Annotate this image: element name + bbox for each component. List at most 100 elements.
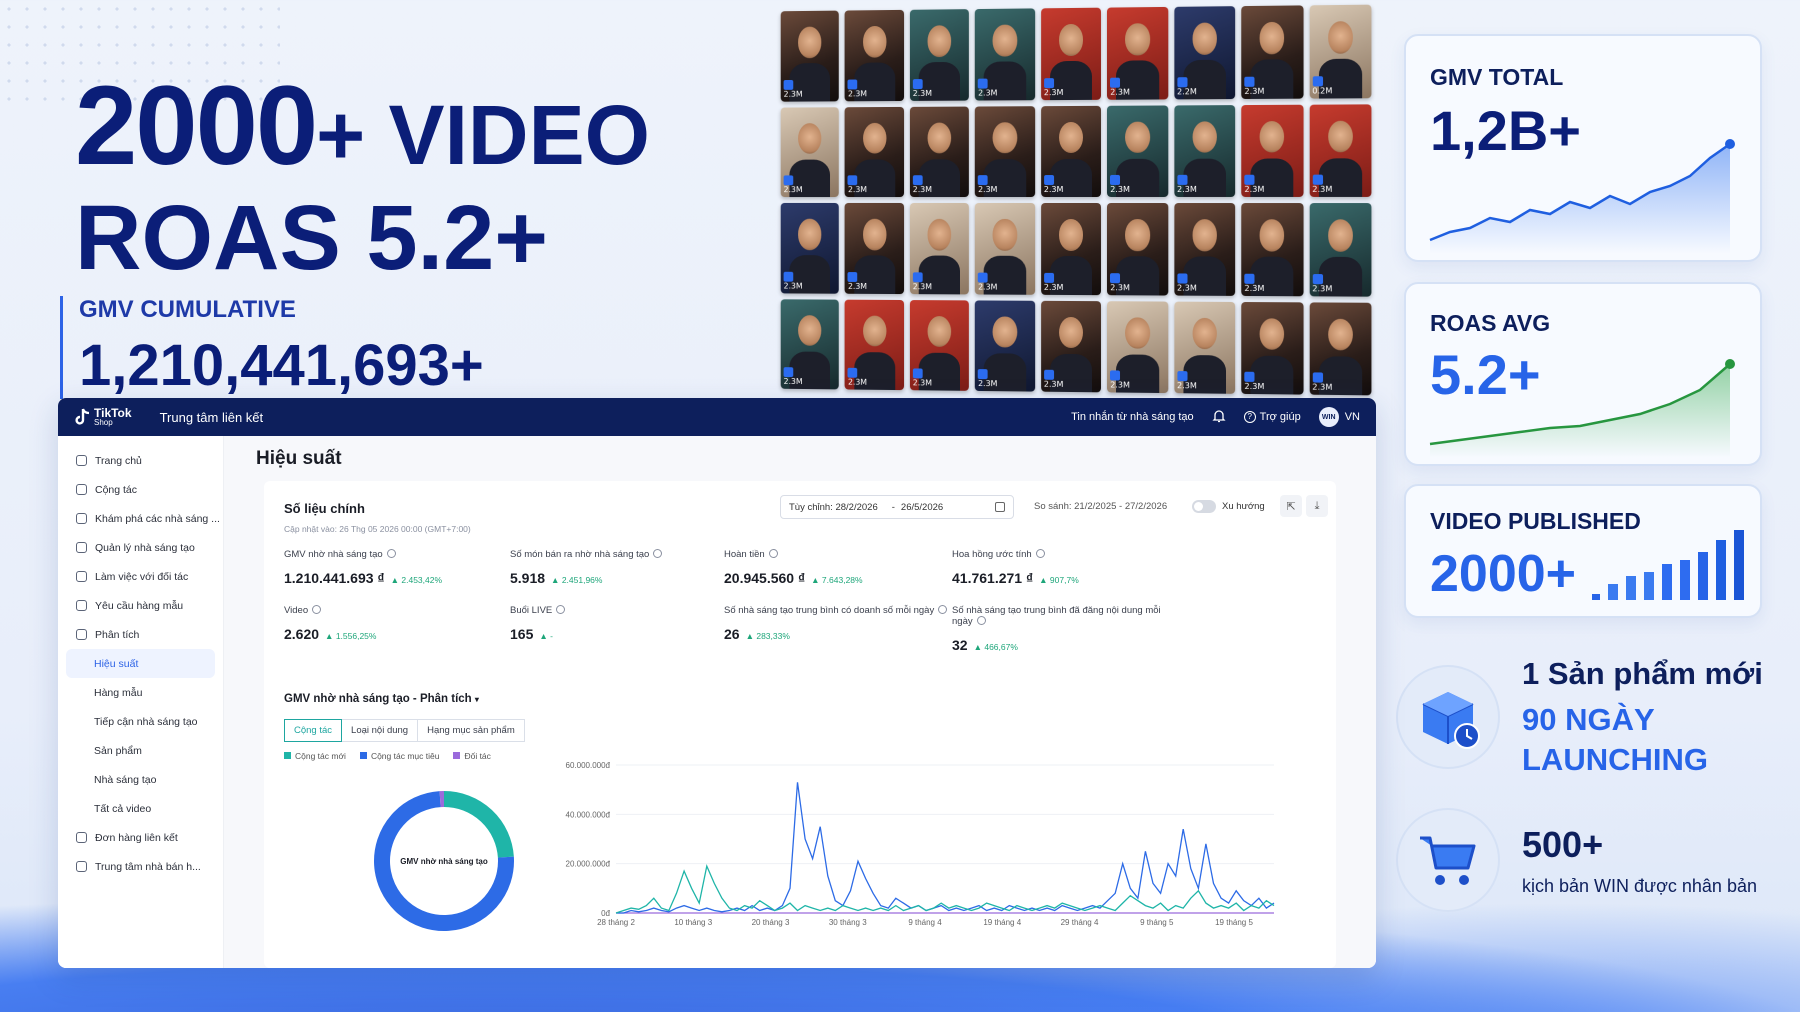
info-icon[interactable] [768, 549, 778, 558]
video-thumbnail[interactable]: 2.3M [1040, 300, 1102, 393]
analysis-tab[interactable]: Hạng mục sản phẩm [417, 719, 525, 742]
info-icon[interactable] [976, 616, 986, 625]
creator-face [1058, 219, 1084, 251]
creator-face [1125, 23, 1150, 56]
sidebar-item[interactable]: Quản lý nhà sáng tạo [58, 533, 223, 562]
video-thumbnail[interactable]: 2.3M [975, 202, 1035, 295]
creator-face [993, 122, 1017, 154]
video-thumbnail[interactable]: 2.3M [845, 202, 904, 294]
share-icon[interactable]: ⇱ [1280, 495, 1302, 517]
gmv-cumulative-block: GMV CUMULATIVE 1,210,441,693+ [60, 296, 484, 399]
creator-messages-link[interactable]: Tin nhắn từ nhà sáng tạo [1071, 411, 1194, 423]
video-thumbnail[interactable]: 2.3M [909, 9, 970, 101]
metric-label: Số món bán ra nhờ nhà sáng tạo [510, 549, 740, 560]
info-icon[interactable] [312, 605, 322, 614]
video-thumbnail[interactable]: 2.3M [1309, 203, 1372, 297]
metric-change: ▲ 1.556,25% [325, 631, 377, 641]
sidebar-item[interactable]: Yêu cầu hàng mẫu [58, 591, 223, 620]
video-thumbnail[interactable]: 2.3M [1174, 104, 1236, 197]
creator-face [1259, 22, 1285, 54]
sidebar-item[interactable]: Hiệu suất [66, 649, 215, 678]
help-link[interactable]: ? Trợ giúp [1243, 411, 1301, 423]
sidebar-item[interactable]: Trung tâm nhà bán h... [58, 852, 223, 881]
headline-video-line: 2000+ VIDEO [75, 70, 650, 182]
video-thumbnail[interactable]: 2.3M [1241, 203, 1304, 296]
creator-face [1125, 317, 1150, 349]
video-thumbnail[interactable]: 2.3M [909, 202, 970, 294]
series-line[interactable] [615, 863, 1275, 914]
video-thumbnail[interactable]: 2.2M [1174, 6, 1236, 99]
video-thumbnail[interactable]: 2.3M [845, 9, 904, 101]
sidebar-item[interactable]: Cộng tác [58, 475, 223, 504]
info-icon[interactable] [1035, 549, 1045, 558]
video-thumbnail[interactable]: 2.3M [1040, 202, 1102, 295]
video-thumbnail[interactable]: 2.3M [780, 10, 840, 102]
video-thumbnail[interactable]: 0.2M [1309, 4, 1372, 99]
video-thumbnail[interactable]: 2.3M [975, 105, 1035, 198]
series-line[interactable] [616, 782, 1275, 914]
roas-avg-title: ROAS AVG [1430, 310, 1551, 336]
metric-value: 5.918 ▲ 2.451,96% [510, 570, 740, 586]
trend-toggle[interactable] [1192, 500, 1216, 513]
sidebar-item[interactable]: Khám phá các nhà sáng ... [58, 504, 223, 533]
video-thumbnail[interactable]: 2.3M [1309, 301, 1372, 396]
video-thumbnail[interactable]: 2.3M [1309, 103, 1372, 197]
sidebar-item[interactable]: Hàng mẫu [58, 678, 223, 707]
info-icon[interactable] [386, 549, 396, 558]
video-thumbnail[interactable]: 2.3M [780, 298, 840, 390]
creator-face [1125, 219, 1150, 251]
video-thumbnail[interactable]: 2.3M [909, 299, 970, 391]
play-icon [1110, 77, 1121, 88]
donut-slice[interactable] [443, 791, 514, 858]
video-thumbnail[interactable]: 2.3M [1107, 6, 1168, 100]
analysis-tab[interactable]: Loại nội dung [341, 719, 419, 742]
sidebar-item[interactable]: Nhà sáng tạo [58, 765, 223, 794]
tiktok-shop-logo[interactable]: TikTok Shop [74, 407, 132, 427]
date-range-picker[interactable]: Tùy chỉnh: 28/2/2026 - 26/5/2026 [780, 495, 1014, 519]
bell-icon[interactable] [1212, 409, 1226, 426]
donut-center-label: GMV nhờ nhà sáng tạo [400, 857, 488, 866]
legend-item[interactable]: Cộng tác mục tiêu [360, 751, 440, 761]
video-thumbnail[interactable]: 2.3M [1107, 300, 1168, 394]
video-thumbnail[interactable]: 2.3M [1174, 203, 1236, 296]
sidebar-item[interactable]: Phân tích [58, 620, 223, 649]
info-icon[interactable] [653, 549, 663, 558]
download-icon[interactable]: ⤓ [1306, 495, 1328, 517]
video-thumbnail[interactable]: 2.3M [1174, 301, 1236, 394]
info-icon[interactable] [556, 605, 566, 614]
creator-face [862, 219, 887, 251]
video-thumbnail[interactable]: 2.3M [909, 106, 970, 198]
view-count: 2.3M [1043, 379, 1064, 389]
video-thumbnail[interactable]: 2.3M [780, 202, 840, 294]
info-icon[interactable] [938, 605, 948, 614]
sidebar-item[interactable]: Tất cả video [58, 794, 223, 823]
metric-label: Buổi LIVE [510, 605, 740, 616]
video-thumbnail[interactable]: 2.3M [1241, 104, 1304, 197]
analysis-tab[interactable]: Cộng tác [284, 719, 343, 742]
video-thumbnail[interactable]: 2.3M [1040, 105, 1102, 198]
video-thumbnail[interactable]: 2.3M [780, 106, 840, 198]
account-menu[interactable]: WIN VN [1318, 407, 1360, 427]
view-count: 2.3M [978, 185, 998, 195]
video-thumbnail[interactable]: 2.3M [1040, 7, 1102, 100]
video-thumbnail[interactable]: 2.3M [845, 106, 904, 198]
video-thumbnail[interactable]: 2.3M [1107, 104, 1168, 197]
feature-launch-text: 1 Sản phẩm mới 90 NGÀY LAUNCHING [1522, 656, 1763, 778]
legend-item[interactable]: Cộng tác mới [284, 751, 346, 761]
sidebar-item[interactable]: Tiếp cận nhà sáng tạo [58, 707, 223, 736]
video-thumbnail[interactable]: 2.3M [975, 8, 1035, 101]
sidebar-item[interactable]: Trang chủ [58, 446, 223, 475]
x-tick-label: 10 tháng 3 [674, 918, 712, 927]
x-tick-label: 29 tháng 4 [1061, 918, 1099, 927]
video-thumbnail[interactable]: 2.3M [975, 299, 1035, 392]
sidebar-item[interactable]: Sản phẩm [58, 736, 223, 765]
headline-roas-line: ROAS 5.2+ [75, 187, 548, 289]
sidebar-item[interactable]: Làm việc với đối tác [58, 562, 223, 591]
gmv-analysis-dropdown[interactable]: GMV nhờ nhà sáng tạo - Phân tích ▾ [284, 693, 479, 705]
video-thumbnail[interactable]: 2.3M [845, 299, 904, 391]
video-thumbnail[interactable]: 2.3M [1241, 301, 1304, 395]
legend-item[interactable]: Đối tác [453, 751, 490, 761]
video-thumbnail[interactable]: 2.3M [1241, 5, 1304, 99]
video-thumbnail[interactable]: 2.3M [1107, 203, 1168, 296]
sidebar-item[interactable]: Đơn hàng liên kết [58, 823, 223, 852]
